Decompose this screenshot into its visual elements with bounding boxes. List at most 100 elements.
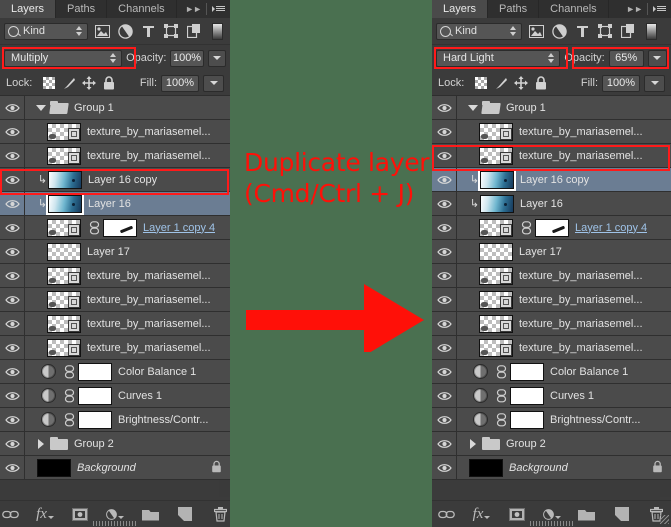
layer-row-content[interactable]: ↳Layer 16 copy [457,168,671,191]
table-row[interactable]: Background [432,456,671,480]
smartobject-filter-icon[interactable] [185,22,203,40]
layer-visibility-toggle[interactable] [0,120,25,143]
fill-dropdown-button[interactable] [644,75,665,92]
layer-visibility-toggle[interactable] [432,360,457,383]
layer-row-content[interactable]: Group 2 [457,432,671,455]
new-group-icon[interactable] [141,505,159,523]
layer-thumbnail[interactable] [479,123,513,141]
lock-transparency-icon[interactable] [471,74,491,92]
group-disclosure-triangle[interactable] [35,439,46,449]
adjustment-filter-icon[interactable] [116,22,134,40]
layer-visibility-toggle[interactable] [0,240,25,263]
table-row[interactable]: Curves 1 [432,384,671,408]
layer-row-content[interactable]: texture_by_mariasemel... [457,120,671,143]
adjustment-layer-icon[interactable] [41,364,56,379]
filter-kind-select[interactable]: Kind [4,23,88,40]
layer-visibility-toggle[interactable] [0,168,25,191]
layer-row-content[interactable]: Curves 1 [457,384,671,407]
table-row[interactable]: Group 1 [432,96,671,120]
layer-visibility-toggle[interactable] [0,192,25,215]
adjustment-layer-icon[interactable] [473,364,488,379]
pixel-filter-icon[interactable] [93,22,111,40]
layer-visibility-toggle[interactable] [0,336,25,359]
table-row[interactable]: texture_by_mariasemel... [432,264,671,288]
table-row[interactable]: Layer 1 copy 4 [0,216,230,240]
layer-visibility-toggle[interactable] [0,432,25,455]
table-row[interactable]: Group 2 [0,432,230,456]
blend-mode-select[interactable]: Hard Light [436,50,560,67]
shape-filter-icon[interactable] [596,22,614,40]
table-row[interactable]: texture_by_mariasemel... [0,312,230,336]
layer-row-content[interactable]: texture_by_mariasemel... [25,336,230,359]
blend-mode-select[interactable]: Multiply [4,50,122,67]
table-row[interactable]: texture_by_mariasemel... [0,288,230,312]
lock-image-icon[interactable] [491,74,511,92]
new-group-icon[interactable] [578,505,596,523]
tab-channels[interactable]: Channels [107,0,176,18]
filter-toggle-switch[interactable] [642,22,660,40]
layer-visibility-toggle[interactable] [432,168,457,191]
layer-visibility-toggle[interactable] [0,264,25,287]
layer-row-content[interactable]: texture_by_mariasemel... [25,288,230,311]
layer-visibility-toggle[interactable] [432,96,457,119]
layer-row-content[interactable]: Group 1 [457,96,671,119]
layer-thumbnail[interactable] [47,123,81,141]
table-row[interactable]: Layer 1 copy 4 [432,216,671,240]
table-row[interactable]: Curves 1 [0,384,230,408]
layer-visibility-toggle[interactable] [432,192,457,215]
link-mask-icon[interactable] [63,413,75,427]
filter-toggle-switch[interactable] [208,22,226,40]
layer-row-content[interactable]: ↳Layer 16 copy [25,168,230,191]
layer-row-content[interactable]: Brightness/Contr... [457,408,671,431]
layer-thumbnail[interactable] [479,267,513,285]
smartobject-filter-icon[interactable] [619,22,637,40]
layer-visibility-toggle[interactable] [0,312,25,335]
layer-row-content[interactable]: Curves 1 [25,384,230,407]
layer-visibility-toggle[interactable] [0,144,25,167]
tab-layers[interactable]: Layers [0,0,56,18]
link-mask-icon[interactable] [495,365,507,379]
expand-panels-icon[interactable]: ►► [185,4,201,14]
resize-handle[interactable] [660,515,669,524]
adjustment-layer-icon[interactable] [473,412,488,427]
layer-visibility-toggle[interactable] [0,360,25,383]
layer-visibility-toggle[interactable] [432,384,457,407]
adjustment-layer-icon[interactable] [41,412,56,427]
layer-visibility-toggle[interactable] [432,120,457,143]
layer-thumbnail[interactable] [469,459,503,477]
layer-visibility-toggle[interactable] [0,216,25,239]
layer-row-content[interactable]: Layer 17 [25,240,230,263]
link-mask-icon[interactable] [520,221,532,235]
layer-row-content[interactable]: Layer 17 [457,240,671,263]
layer-mask-thumbnail[interactable] [78,387,112,405]
layer-visibility-toggle[interactable] [432,312,457,335]
lock-all-icon[interactable] [99,74,119,92]
layer-mask-thumbnail[interactable] [78,411,112,429]
layer-thumbnail[interactable] [47,267,81,285]
group-disclosure-triangle[interactable] [35,105,46,111]
layer-thumbnail[interactable] [480,171,514,189]
lock-position-icon[interactable] [79,74,99,92]
expand-panels-icon[interactable]: ►► [626,4,642,14]
add-layer-mask-icon[interactable] [71,505,89,523]
table-row[interactable]: Brightness/Contr... [0,408,230,432]
link-mask-icon[interactable] [495,413,507,427]
layer-row-content[interactable]: Group 1 [25,96,230,119]
layer-row-content[interactable]: texture_by_mariasemel... [25,264,230,287]
lock-image-icon[interactable] [59,74,79,92]
opacity-dropdown-button[interactable] [648,50,667,67]
layer-visibility-toggle[interactable] [432,144,457,167]
layer-thumbnail[interactable] [47,219,81,237]
layer-row-content[interactable]: Group 2 [25,432,230,455]
layer-thumbnail[interactable] [48,195,82,213]
table-row[interactable]: Group 1 [0,96,230,120]
layer-thumbnail[interactable] [47,339,81,357]
layer-row-content[interactable]: texture_by_mariasemel... [457,336,671,359]
opacity-input[interactable]: 65% [609,50,644,67]
layer-mask-thumbnail[interactable] [535,219,569,237]
layer-row-content[interactable]: Color Balance 1 [25,360,230,383]
lock-all-icon[interactable] [531,74,551,92]
adjustment-filter-icon[interactable] [550,22,568,40]
panel-menu-icon[interactable] [653,4,666,14]
layer-row-content[interactable]: Background [457,456,671,479]
